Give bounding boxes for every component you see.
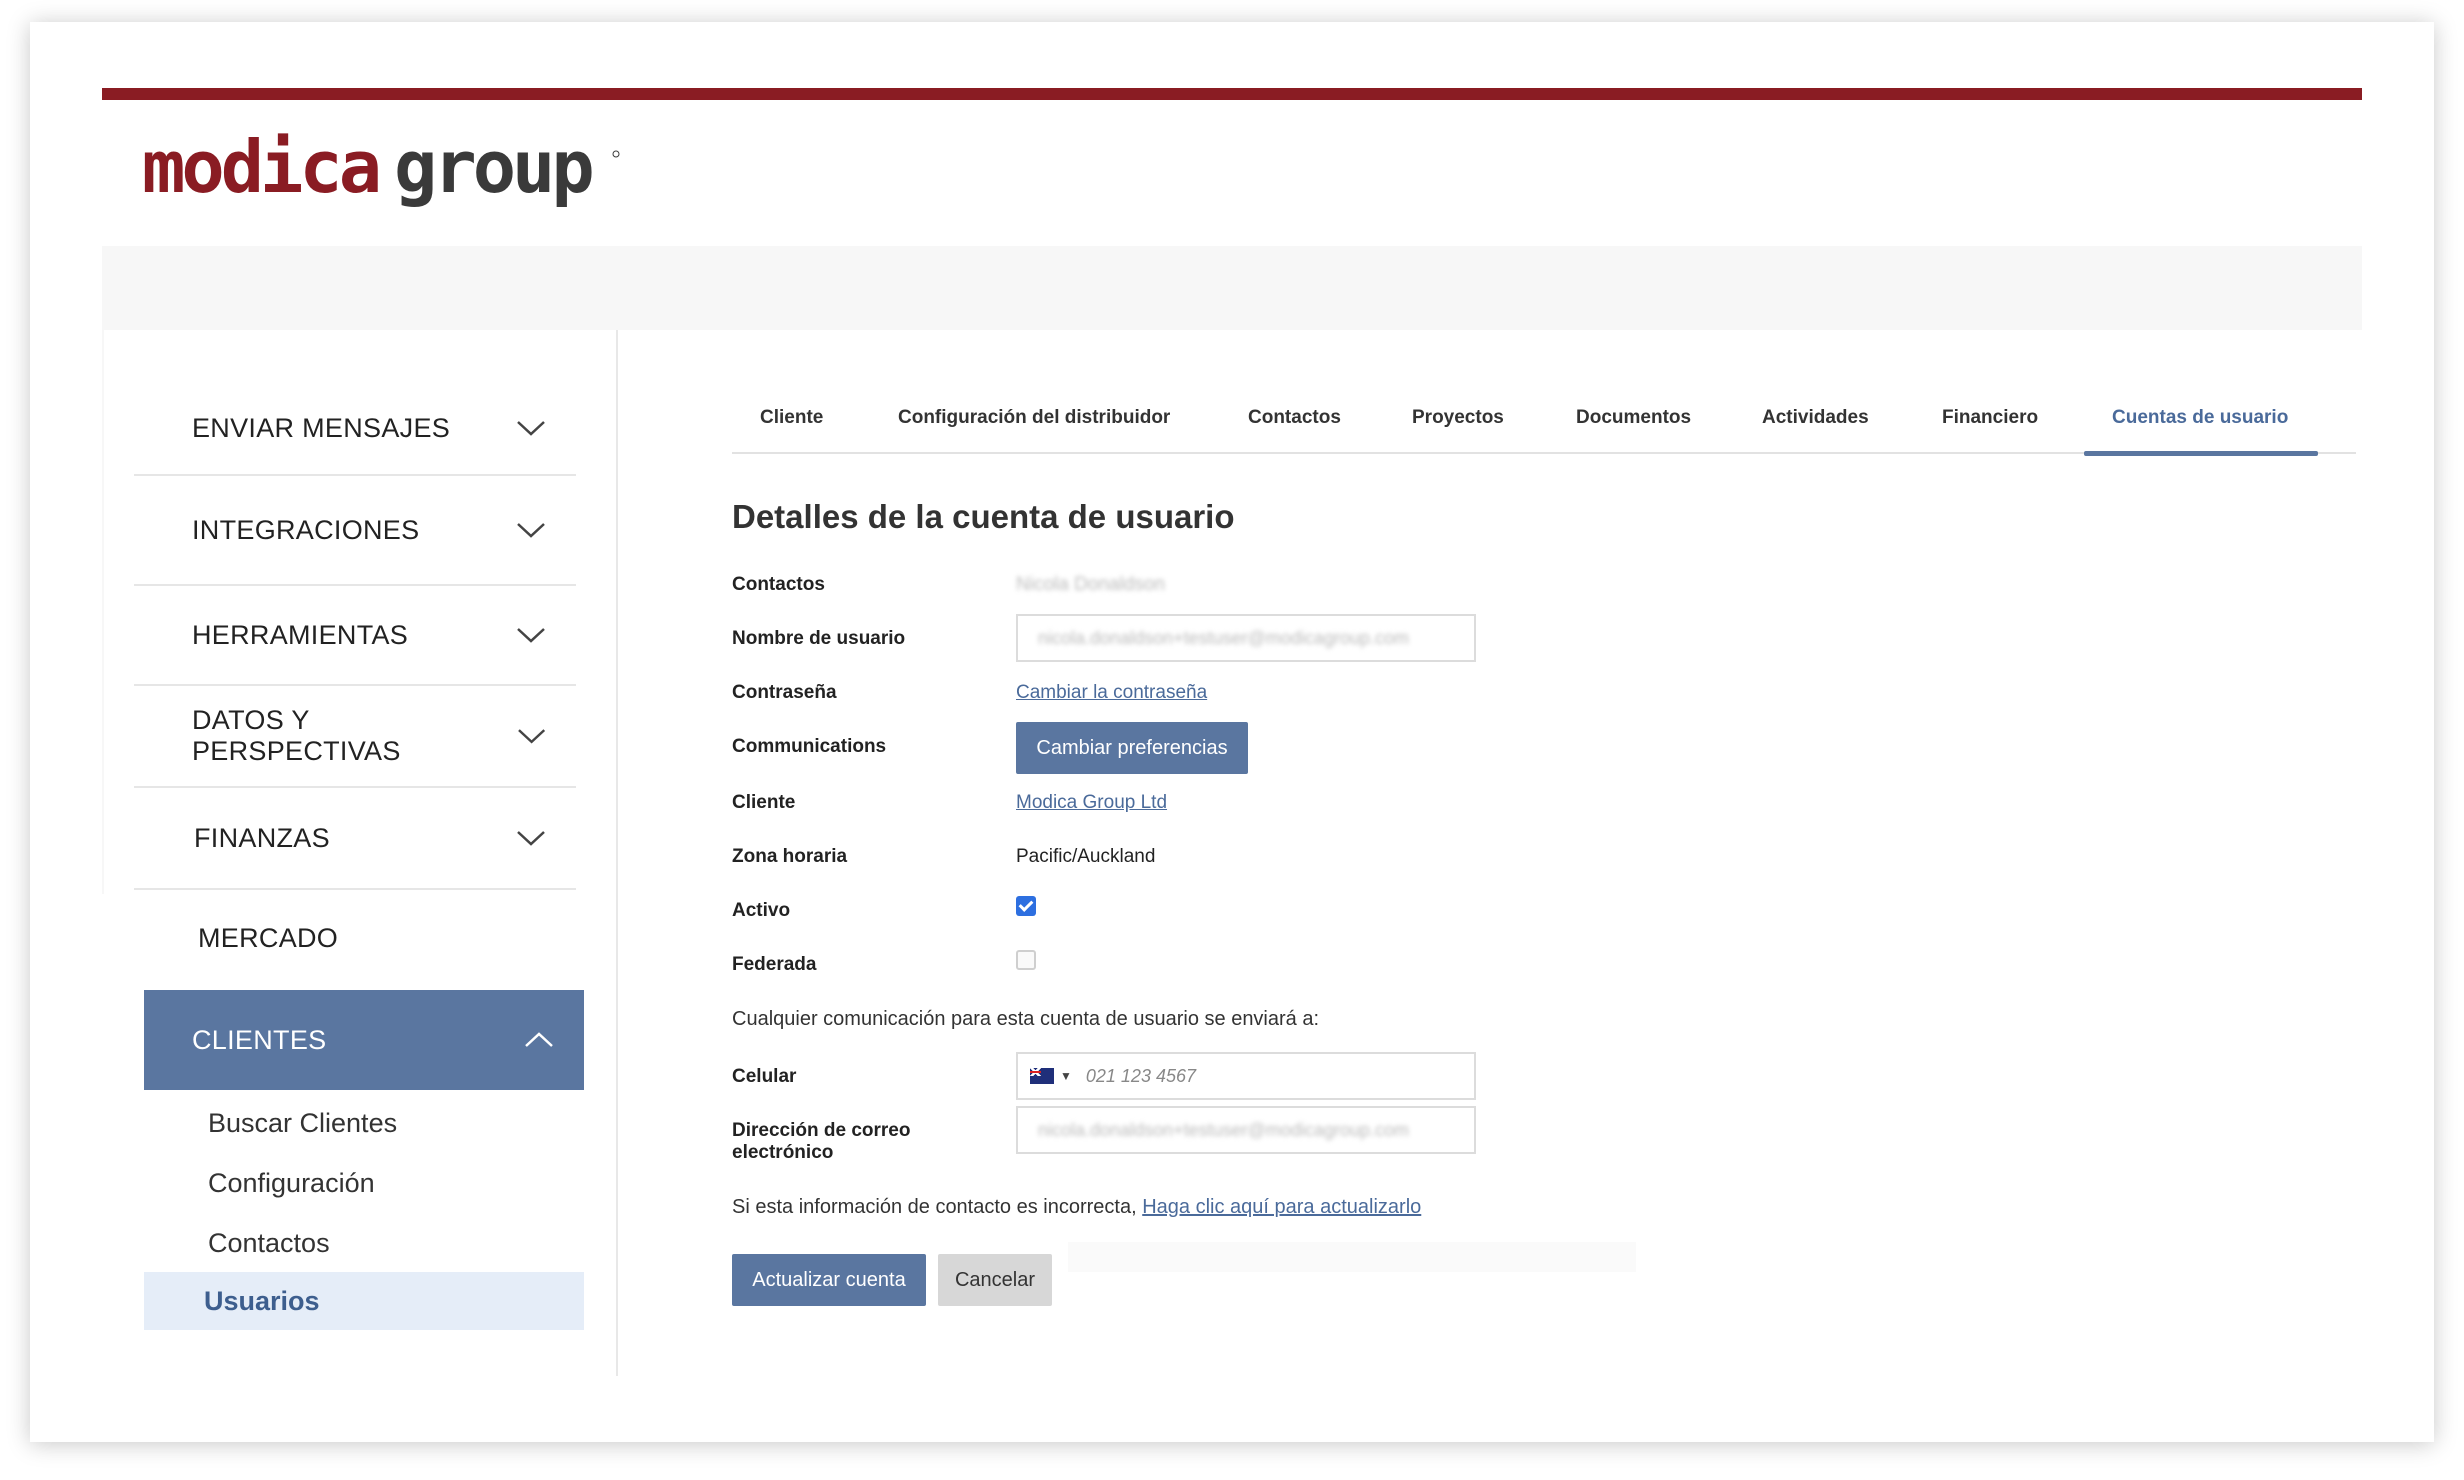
mobile-placeholder: 021 123 4567 [1085, 1065, 1196, 1086]
chevron-down-icon [517, 628, 545, 643]
subnav-configuracion[interactable]: Configuración [166, 1154, 606, 1212]
sidebar-item-label: INTEGRACIONES [192, 514, 420, 545]
username-label: Nombre de usuario [732, 628, 906, 649]
communications-label: Communications [732, 736, 887, 757]
email-value: nicola.donaldson+testuser@modicagroup.co… [1038, 1119, 1409, 1140]
logo-graphic: modica group [142, 125, 620, 209]
tab-actividades[interactable]: Actividades [1762, 392, 1869, 454]
email-label: Dirección de correo electrónico [732, 1120, 910, 1164]
incorrect-info: Si esta información de contacto es incor… [732, 1196, 1421, 1219]
chevron-down-icon [517, 421, 545, 436]
sidebar-item-integraciones[interactable]: INTEGRACIONES [134, 476, 576, 586]
email-label-line1: Dirección de correo [732, 1120, 911, 1141]
email-label-line2: electrónico [732, 1142, 834, 1163]
sidebar-item-clientes[interactable]: CLIENTES [144, 990, 584, 1090]
username-input[interactable]: nicola.donaldson+testuser@modicagroup.co… [1016, 614, 1476, 662]
chevron-down-icon [517, 831, 545, 846]
contactos-value: Nicola Donaldson [1016, 574, 1165, 595]
page-title: Detalles de la cuenta de usuario [732, 498, 1235, 535]
chevron-down-icon [517, 523, 545, 538]
change-preferences-button[interactable]: Cambiar preferencias [1016, 722, 1248, 774]
subnav-buscar-clientes[interactable]: Buscar Clientes [166, 1094, 606, 1152]
password-label: Contraseña [732, 682, 837, 703]
cancel-button[interactable]: Cancelar [938, 1254, 1052, 1306]
mobile-input[interactable]: ▼ 021 123 4567 [1016, 1052, 1476, 1100]
brand-top-bar [102, 88, 2362, 100]
sidebar-item-finanzas[interactable]: FINANZAS [134, 788, 576, 890]
subnav-contactos[interactable]: Contactos [166, 1214, 606, 1272]
registered-mark-icon [612, 150, 620, 158]
chevron-down-icon [517, 729, 545, 744]
sidebar-item-label: MERCADO [198, 922, 339, 953]
subnav-usuarios[interactable]: Usuarios [144, 1272, 584, 1330]
placeholder-bar [1068, 1242, 1636, 1272]
tab-proyectos[interactable]: Proyectos [1412, 392, 1504, 454]
tab-financiero[interactable]: Financiero [1942, 392, 2038, 454]
federated-checkbox[interactable] [1016, 950, 1036, 970]
sidebar-item-enviar-mensajes[interactable]: ENVIAR MENSAJES [134, 382, 576, 476]
active-checkbox[interactable] [1016, 896, 1036, 916]
username-value: nicola.donaldson+testuser@modicagroup.co… [1038, 627, 1409, 648]
sidebar-item-label: FINANZAS [194, 822, 330, 853]
timezone-label: Zona horaria [732, 846, 848, 867]
tab-cliente[interactable]: Cliente [760, 392, 823, 454]
communications-info-text: Cualquier comunicación para esta cuenta … [732, 1008, 1320, 1030]
nz-flag-icon[interactable] [1030, 1068, 1054, 1084]
email-input[interactable]: nicola.donaldson+testuser@modicagroup.co… [1016, 1106, 1476, 1154]
update-account-button[interactable]: Actualizar cuenta [732, 1254, 926, 1306]
modicagroup-logo[interactable]: modica group [142, 125, 622, 220]
sidebar-item-label: DATOS Y PERSPECTIVAS [192, 705, 401, 766]
tab-cuentas-de-usuario[interactable]: Cuentas de usuario [2112, 392, 2288, 454]
sidebar-item-label: CLIENTES [192, 1024, 327, 1055]
change-password-link[interactable]: Cambiar la contraseña [1016, 682, 1207, 704]
sidebar-item-datos-y-perspectivas[interactable]: DATOS Y PERSPECTIVAS [134, 686, 576, 788]
client-label: Cliente [732, 792, 796, 813]
incorrect-text: Si esta información de contacto es incor… [732, 1196, 1137, 1218]
subheader-bar [102, 246, 2362, 330]
tab-documentos[interactable]: Documentos [1576, 392, 1691, 454]
mobile-label: Celular [732, 1066, 797, 1087]
federated-label: Federada [732, 954, 817, 975]
active-tab-indicator [2084, 451, 2318, 456]
caret-down-icon[interactable]: ▼ [1060, 1069, 1072, 1083]
sidebar-item-label: HERRAMIENTAS [192, 619, 409, 650]
tab-contactos[interactable]: Contactos [1248, 392, 1341, 454]
sidebar-item-herramientas[interactable]: HERRAMIENTAS [134, 586, 576, 686]
active-label: Activo [732, 900, 791, 921]
logo-group-text: group [394, 130, 592, 209]
update-contact-link[interactable]: Haga clic aquí para actualizarlo [1142, 1196, 1421, 1218]
timezone-value: Pacific/Auckland [1016, 846, 1156, 867]
chevron-up-icon [525, 1032, 553, 1047]
client-link[interactable]: Modica Group Ltd [1016, 792, 1167, 814]
sidebar-item-mercado[interactable]: MERCADO [134, 890, 576, 986]
tab-bar: Cliente Configuración del distribuidor C… [732, 392, 2356, 456]
tab-configuracion-distribuidor[interactable]: Configuración del distribuidor [898, 392, 1170, 454]
contactos-label: Contactos [732, 574, 825, 595]
sidebar-item-label: ENVIAR MENSAJES [192, 412, 451, 443]
logo-modica-text: modica [142, 130, 378, 209]
